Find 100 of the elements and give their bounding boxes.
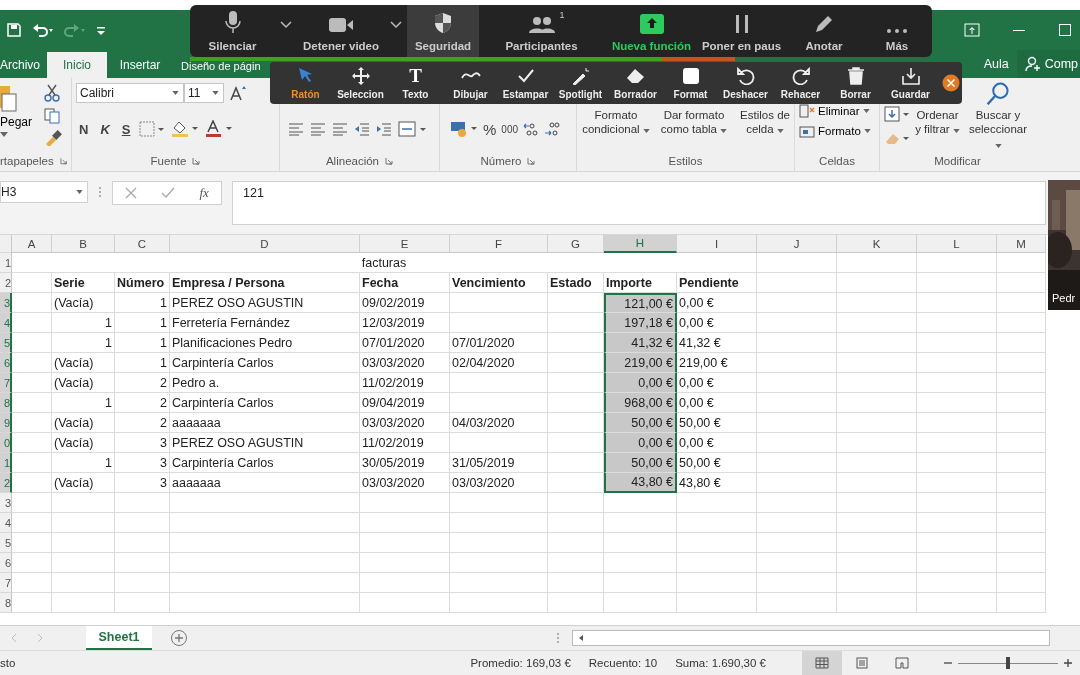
column-header[interactable]: E [360,235,450,253]
column-header[interactable]: D [170,235,360,253]
row-header[interactable]: 6 [0,353,12,373]
annotate-wand-tool[interactable]: Spotlight [553,62,608,104]
column-header[interactable]: I [677,235,757,253]
meeting-shield-button[interactable]: Seguridad [407,5,479,57]
column-header[interactable]: L [917,235,997,253]
font-color-icon[interactable] [205,120,234,138]
meeting-participants-button[interactable]: 1 Participantes [479,5,604,57]
meeting-share-button[interactable]: Nueva función [604,5,699,57]
annotate-check-tool[interactable]: Estampar [498,62,553,104]
paste-button[interactable]: Pegar [0,82,33,151]
column-header[interactable]: C [115,235,170,253]
column-header[interactable]: J [757,235,837,253]
italic-button[interactable]: K [97,121,113,137]
annotate-eraser-tool[interactable]: Borrador [608,62,663,104]
row-header[interactable]: 3 [0,493,12,513]
column-header[interactable]: K [837,235,917,253]
meeting-mic-button[interactable]: Silenciar [190,5,275,57]
indent-icon[interactable] [376,122,392,136]
ribbon-display-icon[interactable] [964,23,980,37]
column-header[interactable]: B [52,235,115,253]
fill-down-icon[interactable] [884,106,910,122]
annotate-redo-tool[interactable]: Rehacer [773,62,828,104]
column-header[interactable]: H [604,235,677,253]
sheet-tab[interactable]: Sheet1 [86,626,152,650]
row-header[interactable]: 8 [0,393,12,413]
underline-button[interactable]: S [118,121,134,137]
column-header[interactable]: G [548,235,604,253]
aula-label[interactable]: Aula [983,57,1009,71]
column-header[interactable]: A [12,235,52,253]
delete-button[interactable]: Eliminar [799,104,871,118]
column-header[interactable]: M [997,235,1046,253]
ribbon-tab[interactable]: Insertar [107,52,173,78]
row-header[interactable]: 4 [0,313,12,333]
zoom-in-icon[interactable] [1064,659,1072,667]
enter-icon[interactable] [161,187,176,199]
dialog-launcher-icon[interactable] [192,157,201,165]
formula-input[interactable]: 121 [232,181,1046,225]
dialog-launcher-icon[interactable] [385,157,394,165]
scroll-left-icon[interactable] [577,633,585,643]
row-header[interactable]: 3 [0,293,12,313]
sort-filter-button[interactable]: Ordenar y filtrar [914,108,961,137]
row-header[interactable]: 6 [0,553,12,573]
annotate-wave-tool[interactable]: Dibujar [443,62,498,104]
find-select-button[interactable]: Buscar y seleccionar [965,107,1031,151]
grow-font-icon[interactable] [230,85,246,101]
align-icon[interactable] [332,122,348,136]
meeting-video-button[interactable]: Detener video [297,5,385,57]
share-button[interactable]: Comp [1016,50,1080,78]
annotate-trash-tool[interactable]: Borrar [828,62,883,104]
font-name-field[interactable]: Calibri [76,83,184,103]
annotate-cursor-tool[interactable]: Ratón [278,62,333,104]
undo-icon[interactable] [32,22,54,38]
cell-styles-button[interactable]: Estilos de celda [737,108,793,137]
row-header[interactable]: 7 [0,573,12,593]
format-table-button[interactable]: Dar formato como tabla [655,108,733,137]
annotate-undo-tool[interactable]: Deshacer [718,62,773,104]
font-size-field[interactable]: 11 [184,83,224,103]
meeting-more-button[interactable]: Más [864,5,930,57]
copy-icon[interactable] [44,108,63,124]
format-button[interactable]: Formato [799,124,871,138]
scissors-icon[interactable] [44,84,61,102]
currency-icon[interactable] [450,120,478,138]
ribbon-tab[interactable]: Archivo [0,52,47,78]
column-header[interactable]: F [450,235,548,253]
percent-button[interactable]: % [483,120,497,138]
zoom-out-icon[interactable] [944,659,952,667]
horizontal-scrollbar[interactable] [572,630,1050,646]
save-icon[interactable] [6,22,22,38]
row-header[interactable]: 2 [0,473,12,493]
cancel-icon[interactable] [125,187,138,199]
close-icon[interactable] [942,74,960,92]
row-header[interactable]: 9 [0,413,12,433]
decimal-increase-icon[interactable] [523,121,540,137]
outdent-icon[interactable] [354,122,370,136]
annotate-square-tool[interactable]: Format [663,62,718,104]
customize-icon[interactable] [96,24,106,36]
annotate-text-tool[interactable]: T Texto [388,62,443,104]
row-header[interactable]: 8 [0,593,12,613]
name-box[interactable]: H3 [0,181,88,203]
row-header[interactable]: 1 [0,453,12,473]
annotate-download-tool[interactable]: Guardar [883,62,938,104]
dialog-launcher-icon[interactable] [527,157,536,165]
normal-view-button[interactable] [802,651,842,675]
align-icon[interactable] [288,122,304,136]
conditional-format-button[interactable]: Formato condicional [581,108,651,137]
decimal-decrease-icon[interactable] [544,121,561,137]
insert-function-button[interactable]: fx [199,185,209,201]
row-header[interactable]: 4 [0,513,12,533]
meeting-pencil-button[interactable]: Anotar [784,5,864,57]
annotate-move-tool[interactable]: Seleccion [333,62,388,104]
row-header[interactable]: 5 [0,333,12,353]
bold-button[interactable]: N [76,121,92,137]
ribbon-tab[interactable]: Inicio [47,52,107,78]
row-header[interactable]: 1 [0,253,12,273]
row-header[interactable]: 2 [0,273,12,293]
borders-icon[interactable] [139,121,166,137]
thousands-button[interactable]: 000 [501,123,519,135]
meeting-pause-button[interactable]: Poner en paus [699,5,784,57]
